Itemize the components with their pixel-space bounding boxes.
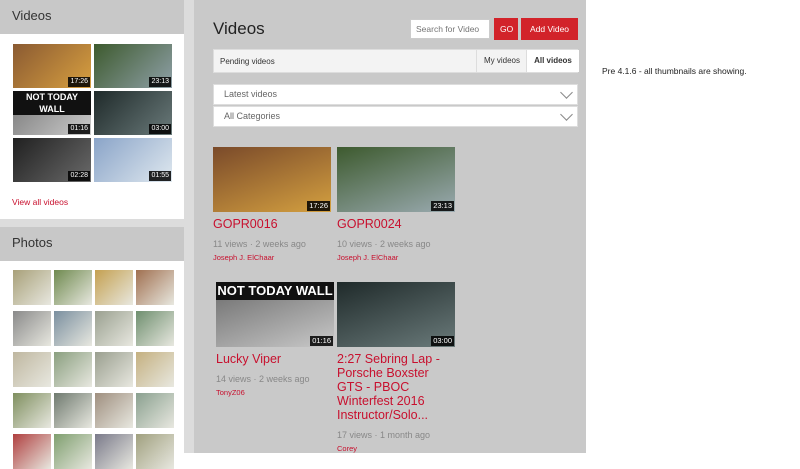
videos-main-area: Videos GO Add Video Pending videos My vi…: [194, 0, 586, 453]
video-card[interactable]: 23:13 GOPR0024 10 views · 2 weeks ago Jo…: [337, 147, 455, 262]
video-search-input[interactable]: [410, 19, 490, 39]
thumb-caption: NOT TODAY WALL: [216, 282, 334, 300]
photo-thumb[interactable]: [54, 352, 92, 387]
photo-thumb[interactable]: [54, 393, 92, 428]
photo-thumb[interactable]: [136, 311, 174, 346]
video-meta: 11 views · 2 weeks ago: [213, 239, 306, 249]
category-select-value: All Categories: [224, 111, 281, 121]
photo-thumb[interactable]: [13, 434, 51, 469]
video-duration: 17:26: [68, 77, 90, 87]
videos-widget: Videos 17:26 23:13 NOT TODAY WALL 01:16 0…: [0, 0, 184, 219]
video-author[interactable]: Joseph J. ElChaar: [337, 253, 455, 262]
chevron-down-icon: [560, 108, 573, 121]
photo-thumb[interactable]: [13, 393, 51, 428]
video-duration: 17:26: [307, 201, 330, 211]
video-duration: 23:13: [149, 77, 171, 87]
photo-thumb[interactable]: [54, 434, 92, 469]
photos-widget-heading: Photos: [0, 227, 184, 261]
chevron-down-icon: [560, 86, 573, 99]
photo-thumb[interactable]: [95, 270, 133, 305]
photo-thumb[interactable]: [13, 352, 51, 387]
photo-thumb[interactable]: [95, 393, 133, 428]
video-card[interactable]: 17:26 GOPR0016 11 views · 2 weeks ago Jo…: [213, 147, 331, 262]
version-note: Pre 4.1.6 - all thumbnails are showing.: [602, 66, 747, 76]
video-meta: 10 views · 2 weeks ago: [337, 239, 431, 249]
videos-widget-heading: Videos: [0, 0, 184, 34]
photo-thumb[interactable]: [13, 311, 51, 346]
video-card[interactable]: 03:00 2:27 Sebring Lap - Porsche Boxster…: [337, 282, 455, 453]
video-duration: 03:00: [431, 336, 454, 346]
video-duration: 01:16: [68, 124, 90, 134]
video-author[interactable]: Corey: [337, 444, 455, 453]
search-go-button[interactable]: GO: [494, 18, 518, 40]
photo-thumb[interactable]: [136, 270, 174, 305]
video-thumbnail[interactable]: NOT TODAY WALL 01:16: [216, 282, 334, 347]
sort-select[interactable]: Latest videos: [213, 84, 578, 105]
video-author[interactable]: TonyZ06: [216, 388, 334, 397]
widget-video-thumb[interactable]: 01:55: [94, 138, 172, 182]
video-meta: 14 views · 2 weeks ago: [216, 374, 310, 384]
view-all-videos-link[interactable]: View all videos: [12, 197, 68, 207]
video-title[interactable]: GOPR0016: [213, 217, 331, 231]
video-title[interactable]: GOPR0024: [337, 217, 455, 231]
video-thumbnail[interactable]: 23:13: [337, 147, 455, 212]
photo-thumb[interactable]: [136, 393, 174, 428]
photo-thumb[interactable]: [13, 270, 51, 305]
video-meta: 17 views · 1 month ago: [337, 430, 431, 440]
tab-my-videos[interactable]: My videos: [476, 50, 527, 72]
widget-video-thumb[interactable]: 17:26: [13, 44, 91, 88]
video-duration: 03:00: [149, 124, 171, 134]
thumb-caption: NOT TODAY WALL: [13, 91, 91, 115]
video-author[interactable]: Joseph J. ElChaar: [213, 253, 331, 262]
video-thumbnail[interactable]: 03:00: [337, 282, 455, 347]
video-duration: 23:13: [431, 201, 454, 211]
video-thumbnail[interactable]: 17:26: [213, 147, 331, 212]
photo-thumb[interactable]: [95, 434, 133, 469]
video-card[interactable]: NOT TODAY WALL 01:16 Lucky Viper 14 views…: [216, 282, 334, 397]
widget-video-thumb[interactable]: NOT TODAY WALL 01:16: [13, 91, 91, 135]
page-title: Videos: [213, 19, 265, 38]
tab-all-videos[interactable]: All videos: [526, 50, 579, 72]
photo-thumb[interactable]: [95, 352, 133, 387]
widget-video-thumb[interactable]: 03:00: [94, 91, 172, 135]
video-title[interactable]: 2:27 Sebring Lap - Porsche Boxster GTS -…: [337, 352, 455, 422]
photo-thumb[interactable]: [136, 434, 174, 469]
photo-thumb[interactable]: [136, 352, 174, 387]
tab-pending-videos[interactable]: Pending videos: [220, 57, 275, 66]
photo-thumb[interactable]: [54, 270, 92, 305]
widget-video-thumb[interactable]: 02:28: [13, 138, 91, 182]
video-tabs: Pending videos My videos All videos: [213, 49, 579, 73]
sort-select-value: Latest videos: [224, 89, 278, 99]
video-title[interactable]: Lucky Viper: [216, 352, 334, 366]
video-duration: 02:28: [68, 171, 90, 181]
photo-thumb[interactable]: [95, 311, 133, 346]
video-duration: 01:55: [149, 171, 171, 181]
photo-thumb[interactable]: [54, 311, 92, 346]
add-video-button[interactable]: Add Video: [521, 18, 578, 40]
video-duration: 01:16: [310, 336, 333, 346]
widget-video-thumb[interactable]: 23:13: [94, 44, 172, 88]
category-select[interactable]: All Categories: [213, 106, 578, 127]
